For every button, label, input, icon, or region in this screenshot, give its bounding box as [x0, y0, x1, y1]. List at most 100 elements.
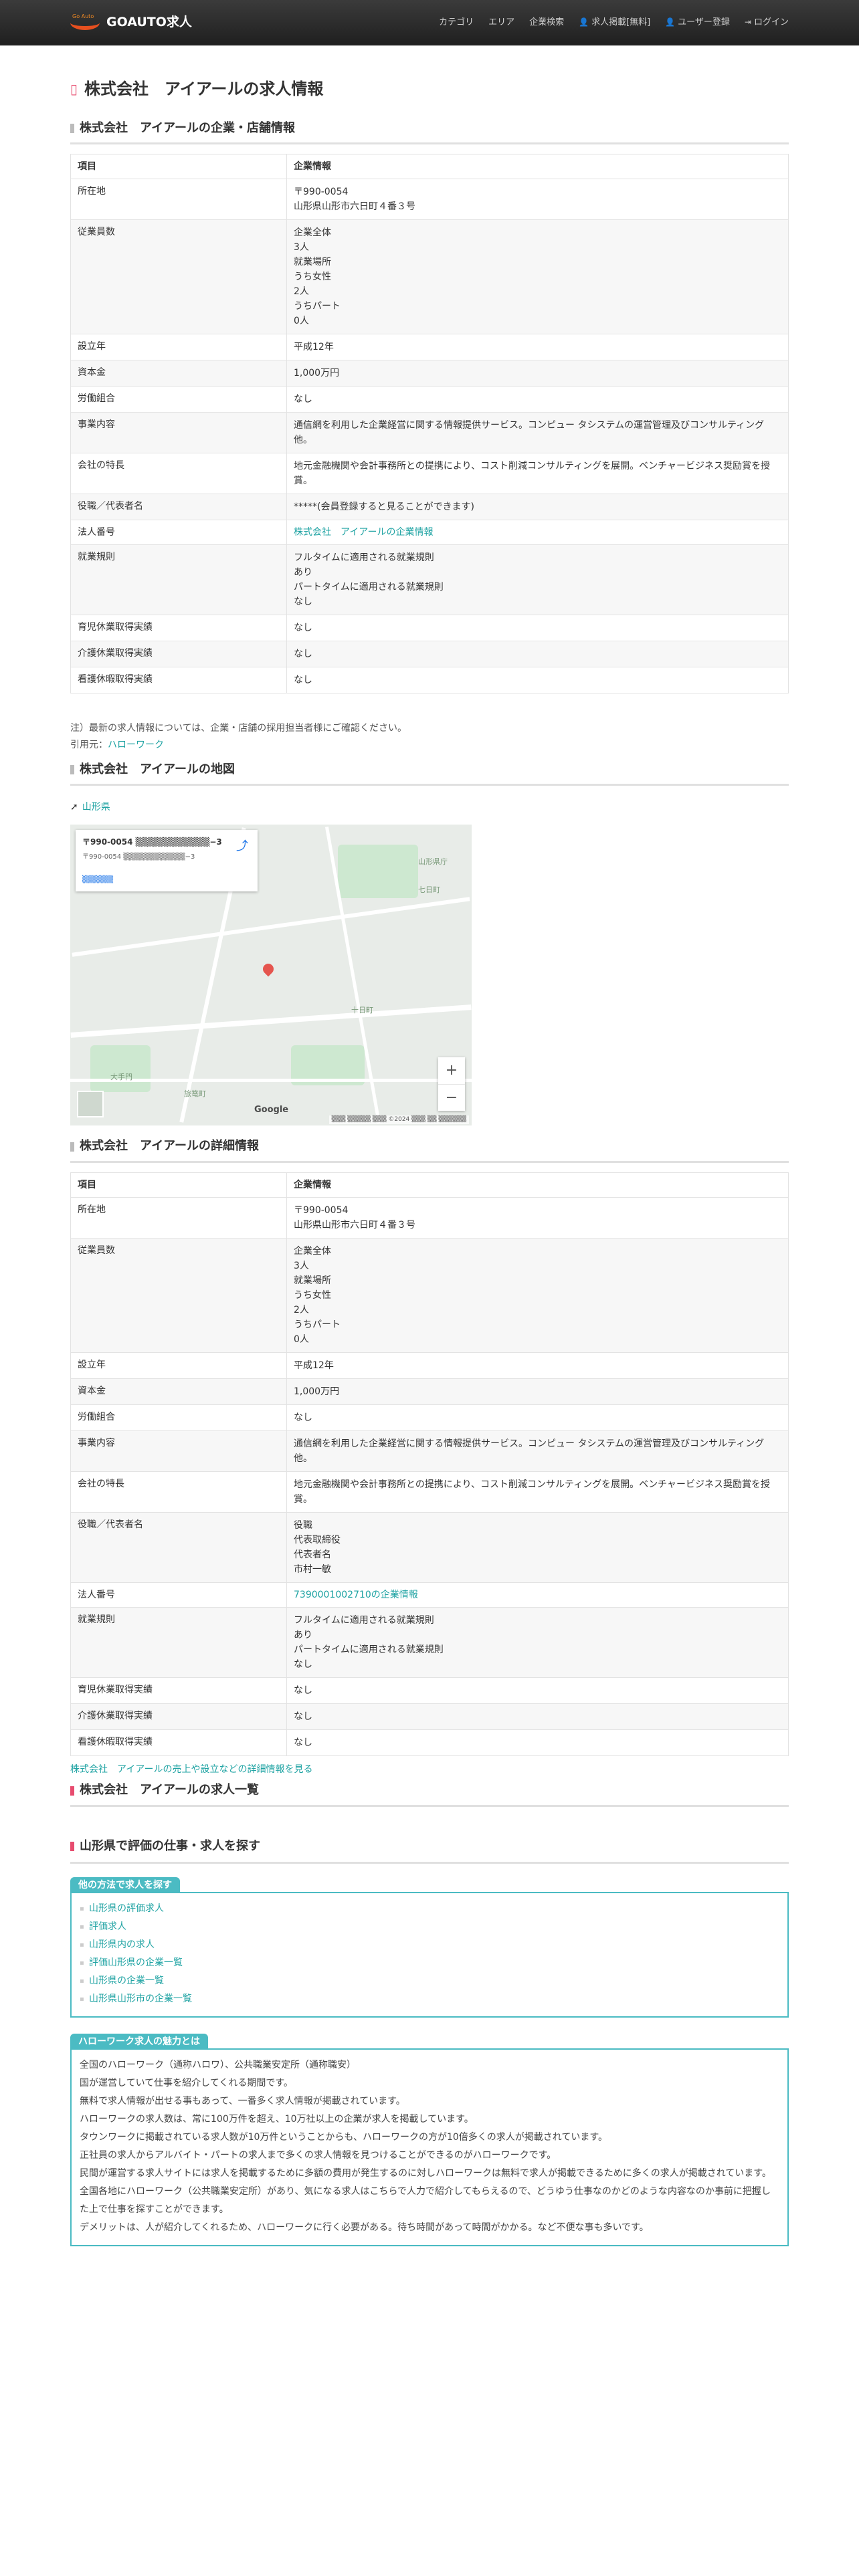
sales-detail-link[interactable]: 株式会社 アイアールの売上や設立などの詳細情報を見る [70, 1764, 312, 1775]
row-value: なし [286, 386, 789, 413]
row-value-line: 役職 [294, 1519, 312, 1531]
table-row: 所在地 〒990-0054 山形県山形市六日町４番３号 [70, 1196, 789, 1239]
nav-user-register[interactable]: 👤 ユーザー登録 [665, 17, 730, 29]
row-value: 企業全体 3人 就業場所 うち女性 2人 うちパート 0人 [286, 219, 789, 335]
list-item[interactable]: 評価求人 [80, 1918, 779, 1936]
table-row: 会社の特長 地元金融機関や会計事務所との提携により、コスト削減コンサルティングを展… [70, 453, 789, 495]
table-row: 資本金 1,000万円 [70, 360, 789, 387]
company-info-rows: 所在地 〒990-0054 山形県山形市六日町４番３号 従業員数 企業全体 3人 就業場所う… [70, 179, 789, 694]
row-value-line: なし [294, 597, 312, 608]
map-card-link[interactable]: ▒▒▒▒▒▒ [82, 875, 113, 885]
list-item[interactable]: 山形県の企業一覧 [80, 1972, 779, 1990]
map-location: ➚ 山形県 [70, 800, 789, 814]
nav-category[interactable]: カテゴリ [439, 17, 474, 29]
corporate-info-link[interactable]: 7390001002710の企業情報 [294, 1590, 418, 1600]
map-copyright: ▒▒▒ ▒▒▒▒▒ ▒▒▒ ©2024 ▒▒▒ ▒▒ ▒▒▒▒▒▒ [328, 1115, 469, 1125]
nav-post-job[interactable]: 👤 求人掲載[無料] [579, 17, 650, 29]
row-value-line: あり [294, 567, 312, 578]
map-label: 七日町 [418, 885, 440, 895]
zoom-out-button[interactable]: − [438, 1083, 465, 1111]
detail-section-heading: 株式会社 アイアールの詳細情報 [70, 1138, 789, 1163]
hellowork-line: 正社員の求人からアルバイト・パートの求人まで多くの求人情報を見つけることができる… [80, 2149, 557, 2161]
map-info-card: 〒990-0054 ▒▒▒▒▒▒▒▒▒▒▒▒−3 〒990-0054 ▒▒▒▒▒… [76, 830, 258, 892]
nav-login[interactable]: ⇥ ログイン [745, 17, 789, 29]
row-value: 通信網を利用した企業経営に関する情報提供サービス。コンピュー タシステムの運営管… [286, 412, 789, 454]
row-value: 平成12年 [286, 334, 789, 361]
corporate-info-link[interactable]: 株式会社 アイアールの企業情報 [294, 527, 433, 538]
directions-icon[interactable]: ⤴ [236, 838, 248, 855]
nav-company-search[interactable]: 企業検索 [529, 17, 564, 29]
row-label: 看護休暇取得実績 [70, 667, 287, 694]
row-value-line: 山形県山形市六日町４番３号 [294, 1219, 415, 1230]
column-header-item: 項目 [70, 153, 287, 180]
list-item[interactable]: 山形県内の求人 [80, 1936, 779, 1954]
row-label: 看護休暇取得実績 [70, 1729, 287, 1757]
row-value: 7390001002710の企業情報 [286, 1582, 789, 1608]
row-value-line: 3人 [294, 1260, 309, 1271]
map-label: 旅篭町 [184, 1089, 206, 1099]
table-row: 事業内容 通信網を利用した企業経営に関する情報提供サービス。コンピュー タシステム… [70, 412, 789, 454]
embedded-map[interactable]: 山形県庁 七日町 十日町 旅篭町 大手門 〒990-0054 ▒▒▒▒▒▒▒▒▒… [70, 825, 472, 1126]
nav-area[interactable]: エリア [488, 17, 514, 29]
row-value-line: 就業場所 [294, 1275, 331, 1286]
column-header-info: 企業情報 [286, 1172, 789, 1198]
row-label: 労働組合 [70, 1404, 287, 1431]
user-icon: 👤 [579, 17, 589, 27]
row-value: なし [286, 641, 789, 668]
map-type-toggle[interactable] [77, 1091, 104, 1118]
row-value-line: なし [294, 1685, 312, 1697]
row-value-line: なし [294, 1412, 312, 1423]
row-value: 株式会社 アイアールの企業情報 [286, 520, 789, 546]
row-value: なし [286, 1703, 789, 1731]
row-value: フルタイムに適用される就業規則 あり パートタイムに適用される就業規則 なし [286, 1607, 789, 1679]
other-search-box: 他の方法で求人を探す 山形県の評価求人 評価求人 山形県内の求人 評価山形県の企… [70, 1876, 789, 2018]
location-link[interactable]: 山形県 [82, 800, 110, 814]
company-section-heading: 株式会社 アイアールの企業・店舗情報 [70, 120, 789, 144]
row-value: 〒990-0054 山形県山形市六日町４番３号 [286, 1196, 789, 1239]
list-item[interactable]: 山形県の評価求人 [80, 1900, 779, 1918]
row-label: 法人番号 [70, 1582, 287, 1608]
section-marker-icon [70, 765, 74, 775]
row-value-line: なし [294, 1737, 312, 1749]
google-logo: Google [254, 1104, 289, 1115]
row-label: 資本金 [70, 1378, 287, 1405]
main-nav: カテゴリ エリア 企業検索 👤 求人掲載[無料] 👤 ユーザー登録 ⇥ ログイン [439, 17, 789, 29]
section-marker-icon [70, 1142, 74, 1152]
row-value-line: なし [294, 649, 312, 660]
hellowork-line: タウンワークに掲載されている求人数が10万件ということからも、ハローワークの方が… [80, 2131, 607, 2143]
row-label: 所在地 [70, 179, 287, 221]
table-row: 育児休業取得実績 なし [70, 1677, 789, 1705]
row-value-line: フルタイムに適用される就業規則 [294, 1615, 434, 1626]
table-row: 法人番号 7390001002710の企業情報 [70, 1582, 789, 1608]
row-label: 役職／代表者名 [70, 494, 287, 521]
row-value-line: あり [294, 1630, 312, 1641]
sales-detail-line: 株式会社 アイアールの売上や設立などの詳細情報を見る [70, 1763, 789, 1776]
hellowork-line: 全国のハローワーク（通称ハロワ）、公共職業安定所（通称職安） [80, 2059, 356, 2070]
row-value-line: *****(会員登録すると見ることができます) [294, 502, 474, 513]
map-pin-icon[interactable] [260, 962, 276, 977]
section-marker-icon [70, 123, 74, 133]
table-row: 資本金 1,000万円 [70, 1378, 789, 1405]
company-info-table: 項目 企業情報 所在地 〒990-0054 山形県山形市六日町４番３号 従業員数 企業全… [70, 153, 789, 694]
row-value: なし [286, 667, 789, 694]
brand-logo[interactable]: Go Auto GOAUTO求人 [70, 13, 192, 33]
hellowork-line: 民間が運営する求人サイトには求人を掲載するために多額の費用が発生するのに対しハロ… [80, 2167, 771, 2179]
row-value: 通信網を利用した企業経営に関する情報提供サービス。コンピュー タシステムの運営管… [286, 1430, 789, 1472]
zoom-in-button[interactable]: + [438, 1057, 465, 1084]
disclaimer-note: 注）最新の求人情報については、企業・店舗の採用担当者様にご確認ください。 [70, 723, 407, 734]
list-item[interactable]: 山形県山形市の企業一覧 [80, 1990, 779, 2008]
list-item[interactable]: 評価山形県の企業一覧 [80, 1954, 779, 1972]
hellowork-line: デメリットは、人が紹介してくれるため、ハローワークに行く必要がある。待ち時間があ… [80, 2222, 649, 2233]
row-label: 所在地 [70, 1196, 287, 1239]
table-row: 従業員数 企業全体 3人 就業場所 うち女性 2人 うちパート 0人 [70, 1237, 789, 1353]
table-row: 看護休暇取得実績 なし [70, 667, 789, 694]
row-value-line: なし [294, 394, 312, 405]
row-value-line: なし [294, 623, 312, 634]
table-row: 設立年 平成12年 [70, 1352, 789, 1379]
brand-name: GOAUTO求人 [106, 15, 192, 30]
brand-logo-mark: Go Auto [70, 13, 100, 33]
row-value-line: 就業場所 [294, 257, 331, 268]
map-card-title: 〒990-0054 ▒▒▒▒▒▒▒▒▒▒▒▒−3 [82, 837, 222, 847]
source-link[interactable]: ハローワーク [108, 740, 164, 750]
row-value: *****(会員登録すると見ることができます) [286, 494, 789, 521]
